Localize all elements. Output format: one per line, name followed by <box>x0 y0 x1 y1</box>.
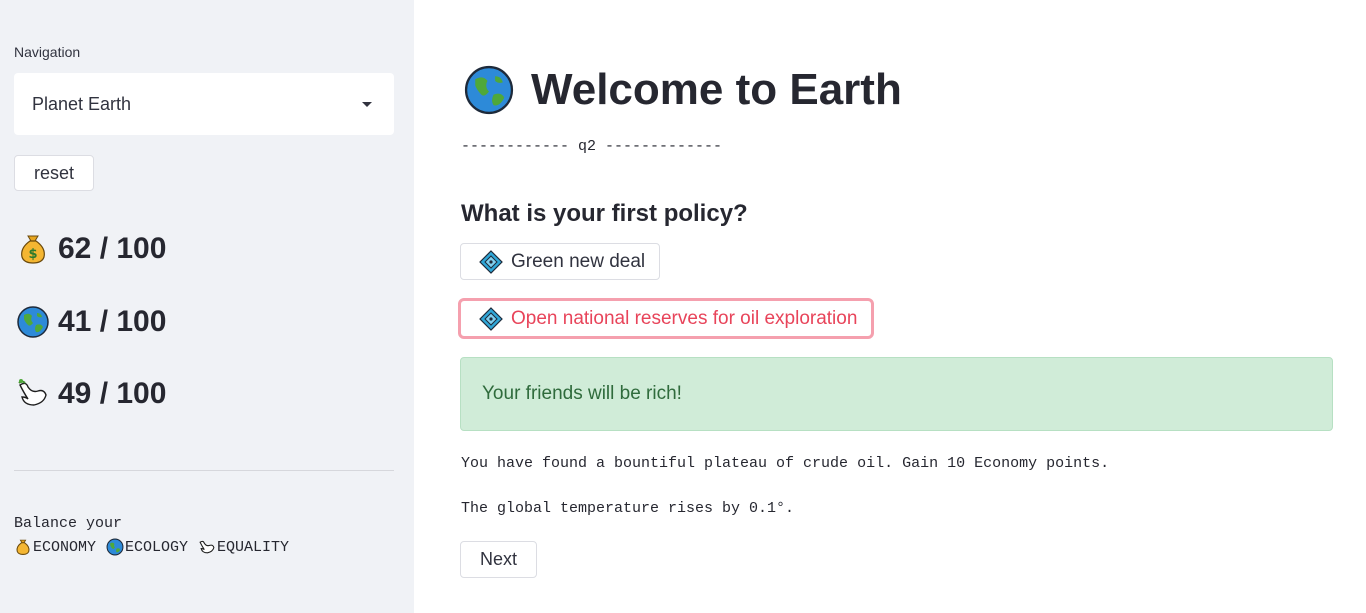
diamond-icon <box>479 306 503 331</box>
globe-icon <box>464 65 514 115</box>
page-title-text: Welcome to Earth <box>531 65 902 114</box>
equality-stat: 49 / 100 <box>16 377 166 411</box>
question-heading: What is your first policy? <box>461 200 748 227</box>
next-button[interactable]: Next <box>460 541 537 578</box>
globe-icon <box>17 306 49 338</box>
equality-value: 49 / 100 <box>58 377 167 410</box>
ecology-value: 41 / 100 <box>58 305 167 338</box>
dove-icon <box>18 379 47 406</box>
money-bag-icon: $ <box>21 235 45 264</box>
result-text: You have found a bountiful plateau of cr… <box>461 455 1110 472</box>
reset-button[interactable]: reset <box>14 155 94 191</box>
balance-equality: EQUALITY <box>217 538 290 556</box>
sidebar: Navigation Planet Earth reset $ 62 / 100… <box>0 0 414 613</box>
economy-stat: $ 62 / 100 <box>16 232 166 266</box>
economy-value: 62 / 100 <box>58 232 167 265</box>
navigation-select[interactable]: Planet Earth <box>14 73 394 135</box>
navigation-label: Navigation <box>14 44 81 60</box>
temperature-text: The global temperature rises by 0.1°. <box>461 500 795 517</box>
ecology-stat: 41 / 100 <box>16 305 166 339</box>
page-title: Welcome to Earth <box>463 64 902 116</box>
navigation-select-value: Planet Earth <box>32 93 132 114</box>
balance-ecology: ECOLOGY <box>125 538 189 556</box>
sidebar-divider <box>14 470 394 471</box>
dove-icon <box>199 540 215 554</box>
chevron-down-icon <box>362 102 372 107</box>
balance-legend: ECONOMY ECOLOGY EQUALITY <box>14 538 289 556</box>
option-green-new-deal-button[interactable]: Green new deal <box>460 243 661 280</box>
diamond-icon <box>479 249 503 274</box>
option-label: Open national reserves for oil explorati… <box>511 307 858 329</box>
option-oil-exploration-button[interactable]: Open national reserves for oil explorati… <box>458 298 875 339</box>
svg-text:$: $ <box>28 247 37 262</box>
balance-economy: ECONOMY <box>33 538 97 556</box>
globe-icon <box>106 538 124 556</box>
balance-text: Balance your <box>14 515 123 532</box>
question-separator: ------------ q2 ------------- <box>461 138 723 155</box>
option-label: Green new deal <box>511 250 646 272</box>
money-bag-icon <box>16 539 30 555</box>
success-alert-text: Your friends will be rich! <box>482 383 682 404</box>
success-alert: Your friends will be rich! <box>460 357 1333 431</box>
